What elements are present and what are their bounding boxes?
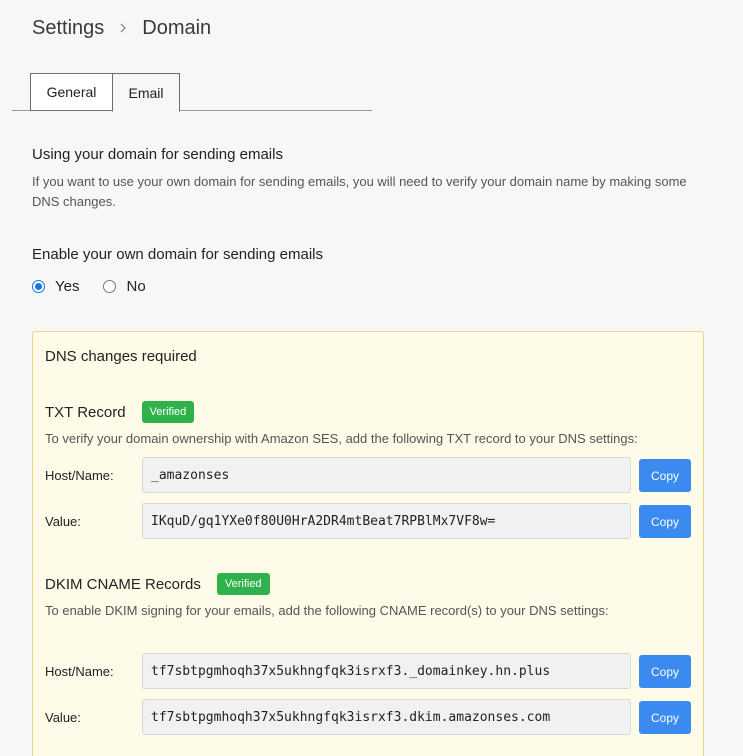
txt-host-copy-button[interactable]: Copy xyxy=(639,459,691,492)
txt-host-field[interactable]: _amazonses xyxy=(142,457,631,493)
breadcrumb-settings[interactable]: Settings xyxy=(32,17,104,40)
dkim-host-label: Host/Name: xyxy=(45,664,114,679)
txt-record-description: To verify your domain ownership with Ama… xyxy=(45,431,638,446)
dkim-value-label: Value: xyxy=(45,710,81,725)
enable-title: Enable your own domain for sending email… xyxy=(32,246,323,263)
dkim-record-label: DKIM CNAME Records xyxy=(45,575,201,593)
intro-title: Using your domain for sending emails xyxy=(32,146,283,163)
chevron-right-icon xyxy=(120,23,127,33)
dkim-record-description: To enable DKIM signing for your emails, … xyxy=(45,603,609,618)
txt-value-label: Value: xyxy=(45,514,81,529)
enable-radio-group: Yes No xyxy=(32,278,170,295)
dns-heading: DNS changes required xyxy=(45,348,197,365)
tab-bar: General Email xyxy=(12,73,372,112)
radio-yes[interactable] xyxy=(32,280,45,293)
radio-no-label: No xyxy=(126,278,146,295)
radio-yes-label: Yes xyxy=(55,278,80,295)
tab-email[interactable]: Email xyxy=(112,73,180,112)
dkim-value-field[interactable]: tf7sbtpgmhoqh37x5ukhngfqk3isrxf3.dkim.am… xyxy=(142,699,631,735)
breadcrumb-domain: Domain xyxy=(142,16,212,39)
dkim-verified-badge: Verified xyxy=(216,573,270,595)
dkim-value-copy-button[interactable]: Copy xyxy=(639,701,691,734)
txt-record-label: TXT Record xyxy=(45,403,126,421)
txt-record-title: TXT Record Verified xyxy=(45,401,195,423)
settings-page: Settings Domain General Email Using your… xyxy=(0,0,743,756)
dns-changes-panel: DNS changes required TXT Record Verified… xyxy=(32,331,704,756)
txt-verified-badge: Verified xyxy=(141,401,195,423)
txt-host-label: Host/Name: xyxy=(45,468,114,483)
txt-value-field[interactable]: IKquD/gq1YXe0f80U0HrA2DR4mtBeat7RPBlMx7V… xyxy=(142,503,631,539)
intro-description: If you want to use your own domain for s… xyxy=(32,174,687,209)
txt-value-copy-button[interactable]: Copy xyxy=(639,505,691,538)
radio-option-yes[interactable]: Yes xyxy=(32,278,79,295)
radio-no[interactable] xyxy=(103,280,117,293)
dkim-record-title: DKIM CNAME Records Verified xyxy=(45,573,270,595)
tab-general[interactable]: General xyxy=(30,73,113,111)
radio-option-no[interactable]: No xyxy=(103,278,146,295)
dkim-host-field[interactable]: tf7sbtpgmhoqh37x5ukhngfqk3isrxf3._domain… xyxy=(142,653,631,689)
breadcrumb: Settings Domain xyxy=(32,14,211,42)
dkim-host-copy-button[interactable]: Copy xyxy=(639,655,691,688)
